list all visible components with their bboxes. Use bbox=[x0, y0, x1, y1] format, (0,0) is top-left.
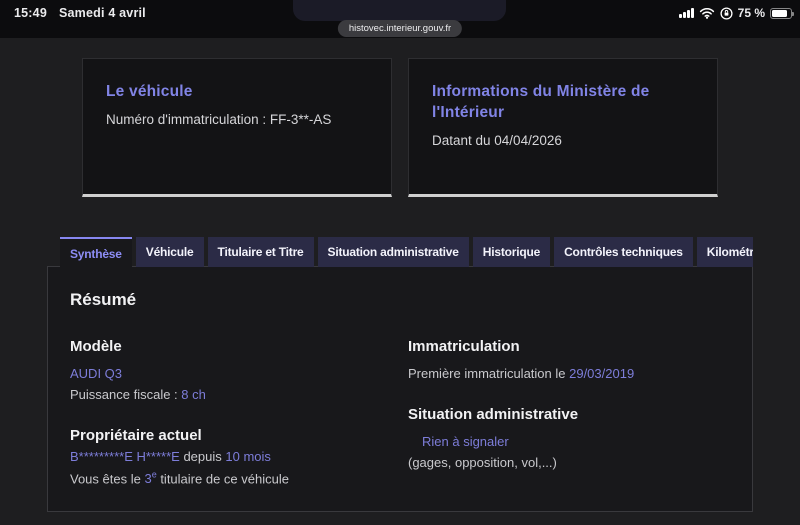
registration-section: Immatriculation Première immatriculation… bbox=[408, 338, 730, 384]
model-section: Modèle AUDI Q3 Puissance fiscale : 8 ch bbox=[70, 338, 408, 405]
status-time: 15:49 bbox=[14, 6, 47, 20]
holder-rank: 3e bbox=[144, 469, 157, 486]
holder-suffix: titulaire de ce véhicule bbox=[156, 470, 289, 486]
fiscal-power-line: Puissance fiscale : 8 ch bbox=[70, 386, 408, 405]
vehicle-card: Le véhicule Numéro d'immatriculation : F… bbox=[82, 58, 392, 197]
synthesis-panel: Résumé Modèle AUDI Q3 Puissance fiscale … bbox=[47, 266, 753, 512]
status-bar: 15:49 Samedi 4 avril histovec.interieur.… bbox=[0, 0, 800, 38]
situation-heading: Situation administrative bbox=[408, 405, 579, 423]
tab-label: Synthèse bbox=[70, 246, 122, 261]
battery-icon bbox=[770, 7, 794, 19]
summary-left-column: Modèle AUDI Q3 Puissance fiscale : 8 ch … bbox=[70, 338, 408, 511]
situation-section: Situation administrative Rien à signaler… bbox=[408, 406, 730, 473]
owner-masked-name: B*********E H*****E bbox=[70, 448, 180, 464]
owner-heading: Propriétaire actuel bbox=[70, 426, 202, 444]
vehicle-card-title: Le véhicule bbox=[106, 83, 193, 100]
tab-label: Véhicule bbox=[145, 245, 194, 259]
tab-vehicule[interactable]: Véhicule bbox=[135, 237, 204, 267]
tab-controles-techniques[interactable]: Contrôles techniques bbox=[554, 237, 693, 267]
status-date: Samedi 4 avril bbox=[58, 6, 146, 20]
tab-titulaire-et-titre[interactable]: Titulaire et Titre bbox=[207, 237, 314, 267]
fiscal-power-label: Puissance fiscale : bbox=[70, 386, 182, 402]
ministry-card-title: Informations du Ministère de l'Intérieur bbox=[432, 83, 650, 121]
owner-since-value: 10 mois bbox=[225, 448, 271, 464]
browser-toolbar-blur bbox=[293, 0, 506, 21]
battery-percent: 75 % bbox=[737, 6, 765, 20]
first-registration-line: Première immatriculation le 29/03/2019 bbox=[408, 365, 730, 384]
ministry-card-date: Datant du 04/04/2026 bbox=[432, 132, 562, 148]
tab-synthese[interactable]: Synthèse bbox=[60, 237, 132, 267]
first-registration-label: Première immatriculation le bbox=[408, 366, 570, 381]
cellular-signal-icon bbox=[679, 8, 694, 18]
tab-label: Historique bbox=[482, 245, 541, 259]
owner-since-label: depuis bbox=[179, 448, 226, 464]
tab-historique[interactable]: Historique bbox=[472, 237, 551, 267]
wifi-icon bbox=[699, 8, 714, 19]
holder-prefix: Vous êtes le bbox=[70, 470, 145, 486]
registration-heading: Immatriculation bbox=[408, 338, 520, 355]
tab-label: Titulaire et Titre bbox=[217, 245, 304, 259]
owner-section: Propriétaire actuel B*********E H*****E … bbox=[70, 427, 408, 489]
tab-label: Contrôles techniques bbox=[564, 245, 683, 259]
tab-situation-administrative[interactable]: Situation administrative bbox=[317, 237, 469, 267]
summary-right-column: Immatriculation Première immatriculation… bbox=[408, 338, 730, 511]
model-name: AUDI Q3 bbox=[70, 366, 123, 381]
model-heading: Modèle bbox=[70, 338, 122, 355]
tab-label: Kilométrage bbox=[706, 245, 753, 259]
rotation-lock-icon bbox=[720, 6, 733, 20]
address-bar-url: histovec.interieur.gouv.fr bbox=[348, 23, 452, 34]
situation-status: Rien à signaler bbox=[422, 433, 509, 449]
ministry-card: Informations du Ministère de l'Intérieur… bbox=[408, 58, 718, 197]
report-tab-bar: Synthèse Véhicule Titulaire et Titre Sit… bbox=[60, 237, 753, 267]
owner-line: B*********E H*****E depuis 10 mois bbox=[70, 448, 408, 467]
address-bar[interactable]: histovec.interieur.gouv.fr bbox=[337, 20, 463, 37]
summary-title: Résumé bbox=[70, 290, 137, 309]
situation-note: (gages, opposition, vol,...) bbox=[408, 454, 557, 470]
tab-kilometrage[interactable]: Kilométrage bbox=[696, 237, 753, 267]
fiscal-power-value: 8 ch bbox=[181, 386, 206, 402]
status-icons: 75 % bbox=[679, 5, 794, 21]
tab-label: Situation administrative bbox=[327, 245, 459, 259]
clock-and-date: 15:49 Samedi 4 avril bbox=[14, 6, 146, 20]
first-registration-date: 29/03/2019 bbox=[569, 366, 635, 381]
vehicle-card-registration: Numéro d'immatriculation : FF-3**-AS bbox=[106, 111, 332, 127]
holder-rank-line: Vous êtes le 3e titulaire de ce véhicule bbox=[70, 469, 408, 489]
